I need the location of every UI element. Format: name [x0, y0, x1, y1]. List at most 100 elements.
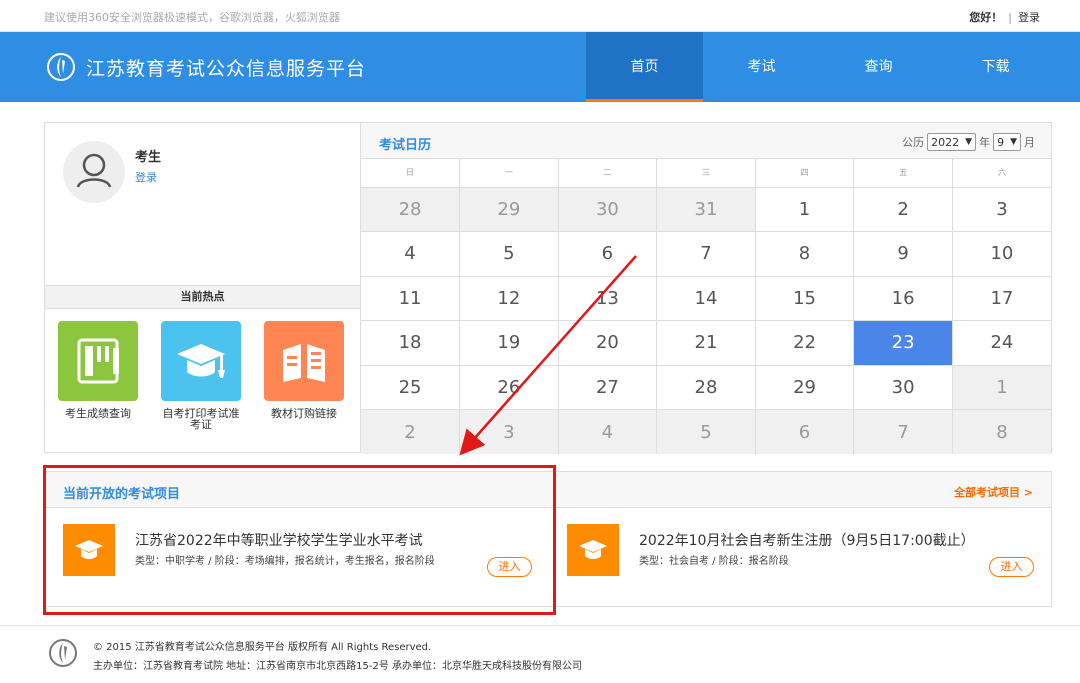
calendar-day[interactable]: 30	[558, 187, 658, 232]
calendar-day[interactable]: 24	[952, 320, 1051, 366]
calendar-day[interactable]: 27	[558, 365, 658, 410]
open-exam-projects: 当前开放的考试项目 全部考试项目 > 江苏省2022年中等职业学校学生学业水平考…	[44, 471, 1052, 607]
month-unit: 月	[1024, 136, 1035, 149]
calendar-day[interactable]: 31	[656, 187, 756, 232]
calendar-day[interactable]: 1	[755, 187, 855, 232]
calendar-day[interactable]: 29	[459, 187, 559, 232]
calendar-day[interactable]: 15	[755, 276, 855, 321]
calendar-day[interactable]: 17	[952, 276, 1051, 321]
calendar-day[interactable]: 23	[853, 320, 953, 366]
calendar-week-row: 2345678	[361, 409, 1051, 454]
site-footer: © 2015 江苏省教育考试公众信息服务平台 版权所有 All Rights R…	[0, 625, 1080, 683]
calendar-day[interactable]: 5	[459, 231, 559, 277]
user-name: 考生	[135, 150, 162, 165]
nav-query[interactable]: 查询	[820, 32, 937, 102]
year-value: 2022	[931, 135, 960, 149]
graduation-cap-icon	[63, 524, 115, 576]
calendar-day[interactable]: 25	[361, 365, 461, 410]
separator: |	[1008, 11, 1012, 24]
weekday-label: 五	[853, 159, 953, 188]
calendar-day[interactable]: 8	[952, 409, 1051, 454]
main-nav: 首页 考试 查询 下载	[586, 32, 1054, 102]
calendar-day[interactable]: 16	[853, 276, 953, 321]
graduation-cap-icon	[161, 321, 241, 401]
book-icon	[264, 321, 344, 401]
calendar-day[interactable]: 1	[952, 365, 1051, 410]
browser-tip: 建议使用360安全浏览器极速模式，谷歌浏览器，火狐浏览器	[44, 11, 340, 24]
footer-logo-icon	[49, 639, 77, 667]
calendar-day[interactable]: 26	[459, 365, 559, 410]
calendar-day[interactable]: 2	[853, 187, 953, 232]
calendar-day[interactable]: 22	[755, 320, 855, 366]
hot-item-textbook-order[interactable]: 教材订购链接	[264, 321, 344, 419]
hot-item-print-ticket[interactable]: 自考打印考试准考证	[161, 321, 241, 430]
all-projects-link[interactable]: 全部考试项目 >	[954, 484, 1033, 500]
footer-address: 主办单位：江苏省教育考试院 地址：江苏省南京市北京西路15-2号 承办单位：北京…	[93, 661, 583, 672]
weekday-label: 日	[361, 159, 461, 188]
calendar-day[interactable]: 13	[558, 276, 658, 321]
calendar-week-row: 11 12 13 14 15 16 17	[361, 276, 1051, 321]
calendar-day[interactable]: 18	[361, 320, 461, 366]
project-meta: 类型：中职学考 / 阶段：考场编排，报名统计，考生报名，报名阶段	[135, 556, 435, 567]
site-header: 江苏教育考试公众信息服务平台 首页 考试 查询 下载	[0, 32, 1080, 102]
enter-button[interactable]: 进入	[487, 557, 532, 577]
calendar-day[interactable]: 3	[459, 409, 559, 454]
user-panel: 考生 登录 当前热点 考生成绩查询 自考打印考试准考证 教材订购链接	[44, 122, 361, 453]
calendar-day[interactable]: 4	[558, 409, 658, 454]
calendar-day[interactable]: 21	[656, 320, 756, 366]
weekday-label: 三	[656, 159, 756, 188]
project-item: 2022年10月社会自考新生注册（9月5日17:00截止） 类型：社会自考 / …	[567, 524, 1037, 584]
calendar-controls: 公历 2022 ▼ 年 9 ▼ 月	[902, 133, 1035, 151]
enter-button[interactable]: 进入	[989, 557, 1034, 577]
calendar-prefix: 公历	[902, 136, 925, 149]
avatar	[63, 141, 125, 203]
chevron-down-icon: ▼	[1010, 137, 1017, 147]
year-select[interactable]: 2022 ▼	[927, 133, 977, 151]
calendar-day[interactable]: 12	[459, 276, 559, 321]
calendar-day[interactable]: 28	[361, 187, 461, 232]
hot-item-label: 教材订购链接	[271, 407, 337, 420]
month-value: 9	[997, 135, 1005, 149]
calendar-day[interactable]: 4	[361, 231, 461, 277]
nav-exam[interactable]: 考试	[703, 32, 820, 102]
calendar-day[interactable]: 20	[558, 320, 658, 366]
month-select[interactable]: 9 ▼	[993, 133, 1021, 151]
project-title[interactable]: 2022年10月社会自考新生注册（9月5日17:00截止）	[639, 530, 975, 550]
projects-title: 当前开放的考试项目	[63, 487, 181, 502]
projects-header: 当前开放的考试项目 全部考试项目 >	[45, 472, 1051, 508]
weekday-label: 一	[459, 159, 559, 188]
nav-download[interactable]: 下载	[937, 32, 1054, 102]
hot-item-score-query[interactable]: 考生成绩查询	[58, 321, 138, 419]
hot-item-label: 考生成绩查询	[65, 407, 131, 420]
calendar-day[interactable]: 14	[656, 276, 756, 321]
chevron-down-icon: ▼	[965, 137, 973, 147]
calendar-week-row: 28 29 30 31 1 2 3	[361, 187, 1051, 232]
calendar-day[interactable]: 6	[558, 231, 658, 277]
graduation-cap-icon	[567, 524, 619, 576]
user-icon	[76, 153, 112, 188]
calendar-day[interactable]: 29	[755, 365, 855, 410]
calendar-title: 考试日历	[379, 138, 432, 153]
calendar-grid: 日 一 二 三 四 五 六 28 29 30 31 1 2 3 4 5 6 7 8 9 10 11 12 13 1…	[361, 159, 1051, 454]
top-login-link[interactable]: 登录	[1018, 11, 1040, 24]
weekday-label: 四	[755, 159, 855, 188]
calendar-week-row: 18 19 20 21 22 23 24	[361, 320, 1051, 366]
user-login-link[interactable]: 登录	[135, 169, 157, 185]
calendar-day[interactable]: 6	[755, 409, 855, 454]
calendar-day[interactable]: 10	[952, 231, 1051, 277]
calendar-day[interactable]: 19	[459, 320, 559, 366]
calendar-day[interactable]: 9	[853, 231, 953, 277]
calendar-day[interactable]: 7	[853, 409, 953, 454]
calendar-day[interactable]: 7	[656, 231, 756, 277]
calendar-day[interactable]: 11	[361, 276, 461, 321]
calendar-day[interactable]: 8	[755, 231, 855, 277]
nav-home[interactable]: 首页	[586, 32, 703, 102]
calendar-day[interactable]: 30	[853, 365, 953, 410]
calendar-day[interactable]: 5	[656, 409, 756, 454]
project-title[interactable]: 江苏省2022年中等职业学校学生学业水平考试	[135, 530, 423, 550]
calendar-day[interactable]: 28	[656, 365, 756, 410]
weekday-label: 二	[558, 159, 658, 188]
calendar-day[interactable]: 3	[952, 187, 1051, 232]
calendar-day[interactable]: 2	[361, 409, 461, 454]
hot-item-label: 自考打印考试准考证	[162, 407, 240, 431]
